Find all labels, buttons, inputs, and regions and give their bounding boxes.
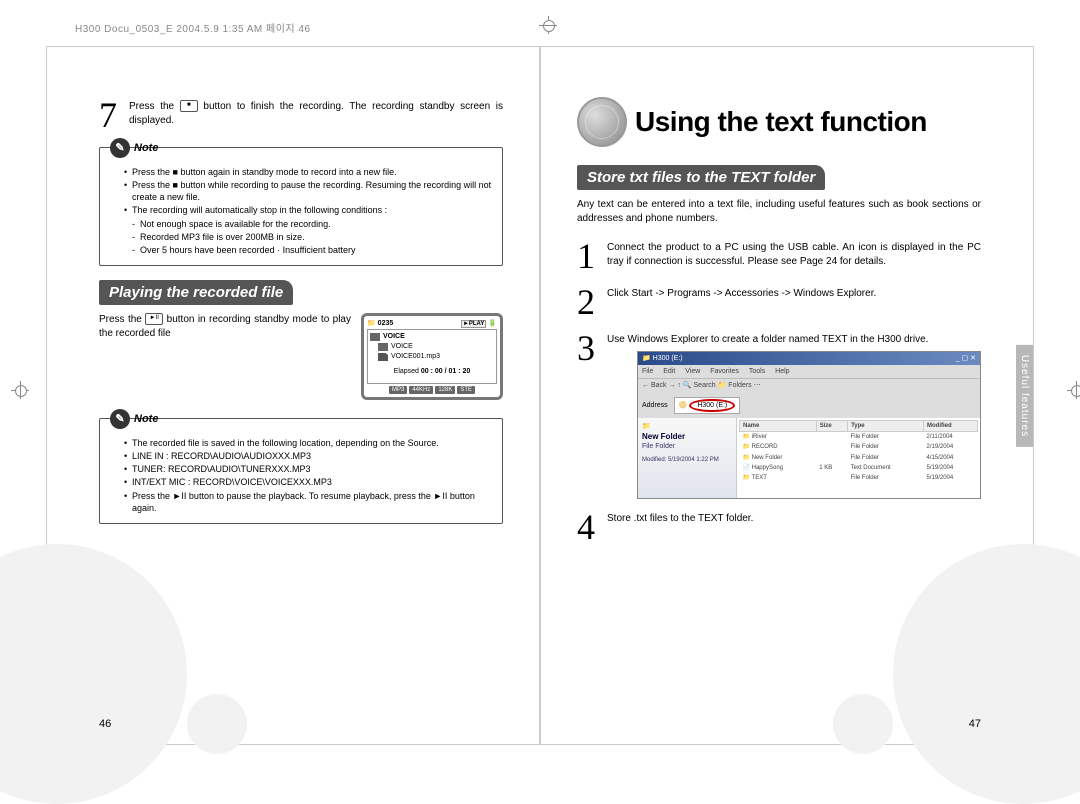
step-body: Use Windows Explorer to create a folder … <box>607 330 981 499</box>
note-label: Note <box>134 412 158 427</box>
step-body: Store .txt files to the TEXT folder. <box>607 509 981 526</box>
table-row: 📁 TEXTFile Folder5/19/2004 <box>740 473 978 483</box>
step-number: 2 <box>577 284 607 320</box>
step-body: Press the ■ button to finish the recordi… <box>129 97 503 127</box>
note-item: Not enough space is available for the re… <box>124 218 492 230</box>
note-item: Press the ►II button to pause the playba… <box>124 490 492 514</box>
step-body: Click Start -> Programs -> Accessories -… <box>607 284 981 301</box>
page-spread: 7 Press the ■ button to finish the recor… <box>46 46 1034 745</box>
step-number: 1 <box>577 238 607 274</box>
table-row: 📁 iRiverFile Folder2/11/2004 <box>740 432 978 443</box>
section-heading-playing: Playing the recorded file <box>99 280 293 305</box>
note-box-2: ✎ Note The recorded file is saved in the… <box>99 418 503 524</box>
note-item: TUNER: RECORD\AUDIO\TUNERXXX.MP3 <box>124 463 492 475</box>
note-item: INT/EXT MIC : RECORD\VOICE\VOICEXXX.MP3 <box>124 476 492 488</box>
note-box-1: ✎ Note Press the ■ button again in stand… <box>99 147 503 266</box>
windows-explorer-screenshot: 📁 H300 (E:) _ ▢ ✕ File Edit View Favorit… <box>637 351 981 500</box>
right-page: Useful features Using the text function … <box>540 46 1034 745</box>
step-3: 3 Use Windows Explorer to create a folde… <box>577 330 981 499</box>
note-item: Press the ■ button again in standby mode… <box>124 166 492 178</box>
note-item: Recorded MP3 file is over 200MB in size. <box>124 231 492 243</box>
note-item: Over 5 hours have been recorded · Insuff… <box>124 244 492 256</box>
note-icon: ✎ <box>110 138 130 158</box>
toolbar: ← Back → ↑ 🔍 Search 📁 Folders ⋯ <box>638 378 980 392</box>
play-button-icon: ►II <box>145 313 163 325</box>
play-instruction: Press the ►II button in recording standb… <box>99 313 351 341</box>
note-item: The recording will automatically stop in… <box>124 204 492 216</box>
intro-text: Any text can be entered into a text file… <box>577 198 981 226</box>
address-highlight: H300 (E:) <box>689 399 735 412</box>
table-row: 📁 New FolderFile Folder4/15/2004 <box>740 453 978 463</box>
step-number: 7 <box>99 97 129 133</box>
menu-bar: File Edit View Favorites Tools Help <box>638 365 980 378</box>
print-header: H300 Docu_0503_E 2004.5.9 1:35 AM 페이지 46 <box>75 20 311 35</box>
table-row: 📄 HappySong1 KBText Document5/19/2004 <box>740 463 978 473</box>
side-tab: Useful features <box>1016 344 1033 446</box>
section-heading-store: Store txt files to the TEXT folder <box>577 165 825 190</box>
step-number: 3 <box>577 330 607 366</box>
left-page: 7 Press the ■ button to finish the recor… <box>46 46 540 745</box>
file-icon <box>378 353 388 361</box>
note-item: Press the ■ button while recording to pa… <box>124 179 492 203</box>
page-number-right: 47 <box>969 718 981 730</box>
step-body: Connect the product to a PC using the US… <box>607 238 981 268</box>
window-controls: _ ▢ ✕ <box>956 354 976 363</box>
explorer-sidebar: 📁 New Folder File Folder Modified: 5/19/… <box>638 418 737 498</box>
page-title: Using the text function <box>635 106 927 138</box>
medallion-icon <box>577 97 627 147</box>
step-number: 4 <box>577 509 607 545</box>
device-screen: 📁 0235 ►PLAY 🔋 VOICE VOICE VOICE001.mp3 … <box>361 313 503 400</box>
file-list: Name Size Type Modified 📁 iRiverFile Fol… <box>737 418 980 498</box>
note-item: The recorded file is saved in the follow… <box>124 437 492 449</box>
stop-button-icon: ■ <box>180 100 198 112</box>
note-item: LINE IN : RECORD\AUDIO\AUDIOXXX.MP3 <box>124 450 492 462</box>
note-icon: ✎ <box>110 409 130 429</box>
folder-icon <box>378 343 388 351</box>
page-number-left: 46 <box>99 718 111 730</box>
step-2: 2 Click Start -> Programs -> Accessories… <box>577 284 981 320</box>
step-7: 7 Press the ■ button to finish the recor… <box>99 97 503 133</box>
table-row: 📁 RECORDFile Folder2/19/2004 <box>740 442 978 452</box>
note-label: Note <box>134 141 158 156</box>
folder-icon <box>370 333 380 341</box>
step-1: 1 Connect the product to a PC using the … <box>577 238 981 274</box>
step-4: 4 Store .txt files to the TEXT folder. <box>577 509 981 545</box>
